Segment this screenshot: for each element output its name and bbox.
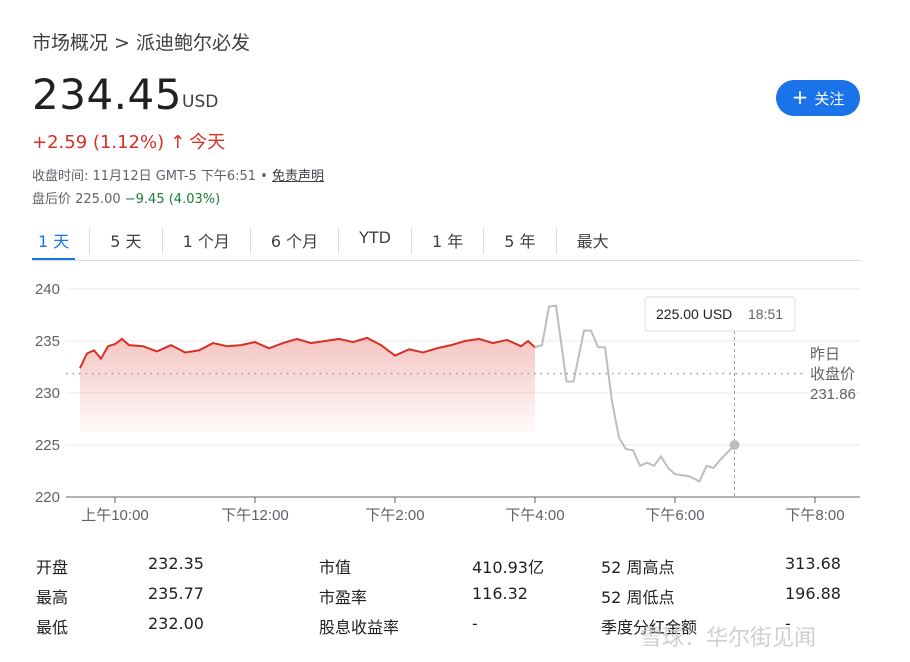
stat-mktcap-label: 市值 xyxy=(319,558,352,577)
stat-52w-low-label: 52 周低点 xyxy=(601,588,675,607)
y-axis: 240 235 230 225 220 xyxy=(35,281,60,506)
stat-yield-value: - xyxy=(472,614,478,633)
stat-low-value: 232.00 xyxy=(148,614,204,633)
close-time-text: 收盘时间: 11月12日 GMT-5 下午6:51 • xyxy=(32,169,272,184)
y-tick-label: 220 xyxy=(35,489,60,506)
range-tabs: 1 天 5 天 1 个月 6 个月 YTD 1 年 5 年 最大 xyxy=(32,228,615,261)
stat-pe-value: 116.32 xyxy=(472,584,528,603)
tabs-divider-line xyxy=(32,260,860,261)
tab-divider xyxy=(411,228,412,254)
tab-max[interactable]: 最大 xyxy=(571,228,615,258)
disclaimer-link[interactable]: 免责声明 xyxy=(272,169,324,184)
tab-divider xyxy=(89,228,91,254)
regular-session-area xyxy=(80,337,535,433)
stat-open-label: 开盘 xyxy=(36,558,69,577)
y-tick-label: 225 xyxy=(35,437,60,454)
tab-1-year[interactable]: 1 年 xyxy=(426,228,469,258)
tooltip-time: 18:51 xyxy=(748,306,783,322)
watermark: 雪球：华尔街见闻 xyxy=(640,626,817,651)
x-tick-label: 下午2:00 xyxy=(365,507,424,524)
stat-mktcap-value: 410.93亿 xyxy=(472,558,544,577)
tab-1-month[interactable]: 1 个月 xyxy=(177,228,236,258)
tab-ytd[interactable]: YTD xyxy=(353,228,397,258)
change-period: 今天 xyxy=(189,132,226,153)
change-value: +2.59 (1.12%) xyxy=(32,132,165,153)
prev-close-line1: 昨日 xyxy=(810,346,840,363)
tab-6-month[interactable]: 6 个月 xyxy=(265,228,324,258)
x-axis: 上午10:00 下午12:00 下午2:00 下午4:00 下午6:00 下午8:00 xyxy=(81,497,845,524)
stat-low-label: 最低 xyxy=(36,618,69,637)
x-tick-label: 下午8:00 xyxy=(785,507,844,524)
tab-divider xyxy=(161,228,163,254)
arrow-up-icon: ↑ xyxy=(170,132,186,153)
close-time-info: 收盘时间: 11月12日 GMT-5 下午6:51 • 免责声明 xyxy=(32,165,324,184)
follow-button[interactable]: + 关注 xyxy=(776,80,860,116)
y-tick-label: 240 xyxy=(35,281,60,298)
tab-divider xyxy=(555,228,557,254)
x-tick-label: 下午12:00 xyxy=(221,507,289,524)
x-tick-label: 下午4:00 xyxy=(505,507,564,524)
tab-divider xyxy=(483,228,485,254)
after-hours-info: 盘后价 225.00 −9.45 (4.03%) xyxy=(32,188,220,207)
plus-icon: + xyxy=(791,85,809,109)
tab-5-day[interactable]: 5 天 xyxy=(104,228,147,258)
price-change: +2.59 (1.12%) ↑ 今天 xyxy=(32,128,225,154)
y-tick-label: 235 xyxy=(35,333,60,350)
x-tick-label: 上午10:00 xyxy=(81,507,149,524)
tab-divider xyxy=(249,228,251,254)
prev-close-line2: 收盘价 xyxy=(810,365,855,383)
stat-52w-high-value: 313.68 xyxy=(785,554,841,573)
stat-52w-high-label: 52 周高点 xyxy=(601,558,675,577)
stat-high-label: 最高 xyxy=(36,588,69,607)
tab-1-day[interactable]: 1 天 xyxy=(32,228,76,261)
breadcrumb[interactable]: 市场概况 > 派迪鲍尔必发 xyxy=(32,28,250,55)
y-tick-label: 230 xyxy=(35,385,60,402)
stat-high-value: 235.77 xyxy=(148,584,204,603)
tab-5-year[interactable]: 5 年 xyxy=(498,228,541,258)
prev-close-value: 231.86 xyxy=(810,386,856,403)
x-tick-label: 下午6:00 xyxy=(645,507,704,524)
currency-label: USD xyxy=(182,92,219,112)
tab-divider xyxy=(338,228,340,254)
after-hours-change: −9.45 (4.03%) xyxy=(124,192,221,207)
stat-yield-label: 股息收益率 xyxy=(319,618,400,637)
after-hours-line xyxy=(534,304,736,483)
cursor-point xyxy=(729,440,740,450)
after-hours-label: 盘后价 225.00 xyxy=(32,192,125,207)
tooltip: 225.00 USD 18:51 xyxy=(644,296,796,332)
tooltip-price: 225.00 USD xyxy=(656,306,732,322)
stat-pe-label: 市盈率 xyxy=(319,588,368,607)
stat-open-value: 232.35 xyxy=(148,554,204,573)
follow-button-label: 关注 xyxy=(814,89,845,108)
stock-price: 234.45 xyxy=(32,70,182,119)
price-chart[interactable]: 240 235 230 225 220 上午10:00 下午12:00 下午2:00 下午4:… xyxy=(0,270,910,540)
stat-52w-low-value: 196.88 xyxy=(785,584,841,603)
prev-close-label: 昨日 收盘价 231.86 xyxy=(810,346,856,403)
